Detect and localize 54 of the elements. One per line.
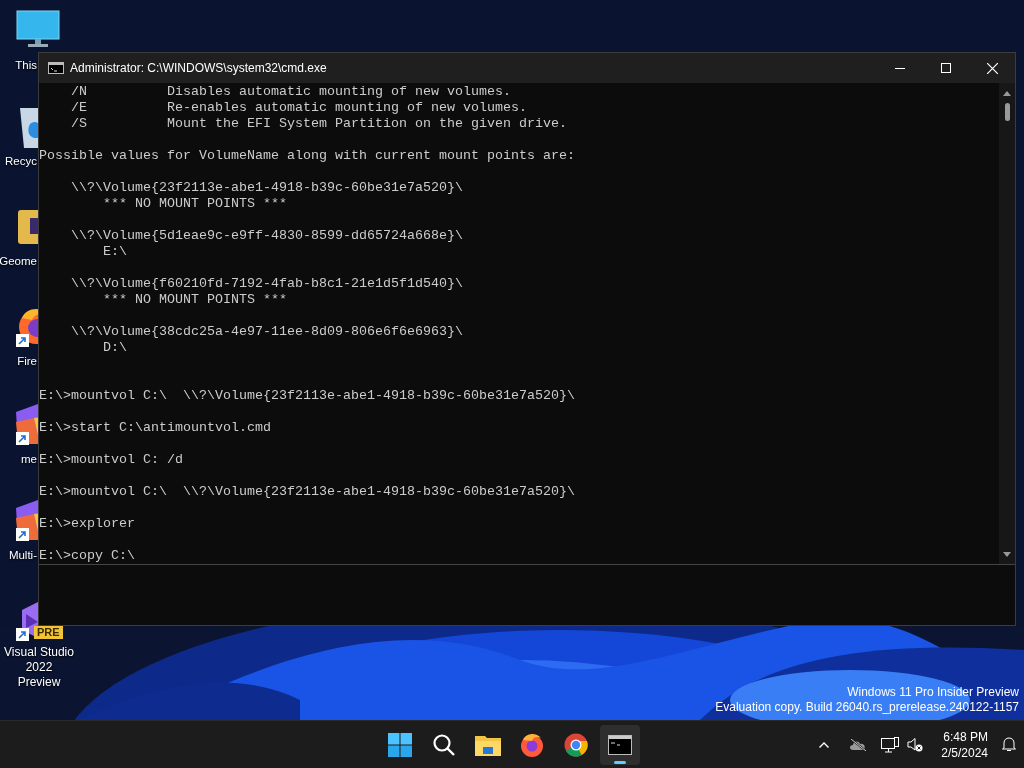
console-line: Possible values for VolumeName along with current mount points are: (39, 148, 575, 164)
command-line: E:\>mountvol C:\ \\?\Volume{23f2113e-abe1-4918-b39c-60be31e7a520}\ (39, 484, 575, 500)
minimize-icon (895, 67, 905, 69)
console-line: \\?\Volume{38cdc25a-4e97-11ee-8d09-806e6f6e6963}\ (70, 324, 463, 340)
terminal-icon (48, 62, 64, 74)
command-line: E:\>mountvol C:\ \\?\Volume{23f2113e-abe1-4918-b39c-60be31e7a520}\ (39, 388, 575, 404)
network-icon[interactable] (881, 736, 900, 753)
close-icon (986, 62, 998, 74)
notification-bell-icon[interactable] (1002, 737, 1016, 752)
scroll-thumb[interactable] (1005, 103, 1010, 121)
cloud-off-icon[interactable] (849, 738, 868, 751)
clock[interactable]: 6:48 PM 2/5/2024 (941, 728, 988, 761)
console-line: *** NO MOUNT POINTS *** (102, 292, 287, 308)
terminal-icon (608, 734, 632, 755)
console-line: /N Disables automatic mounting of new volumes. (70, 84, 511, 100)
console-line: /E Re-enables automatic mounting of new volumes. (70, 100, 527, 116)
desktop-icon-label[interactable]: me (21, 452, 37, 467)
evaluation-notice: Evaluation copy. Build 26040.rs_prerelease.240122-1157 (715, 700, 1019, 715)
desktop-icon-label[interactable]: This (15, 58, 37, 73)
scroll-down-icon (1003, 552, 1011, 558)
command-line: E:\>copy C:\ (39, 548, 135, 564)
console-line: *** NO MOUNT POINTS *** (102, 196, 287, 212)
running-indicator (614, 760, 626, 764)
maximize-icon (941, 63, 951, 73)
scroll-up-icon (1003, 90, 1011, 96)
chevron-up-icon[interactable] (819, 741, 830, 748)
command-line: E:\>mountvol C: /d (39, 452, 183, 468)
search-icon (432, 732, 456, 757)
preview-badge: PRE (34, 626, 63, 639)
console-line: \\?\Volume{f60210fd-7192-4fab-b8c1-21e1d5f1d540}\ (70, 276, 463, 292)
command-line: E:\>explorer (39, 516, 135, 532)
console-line: D:\ (102, 340, 127, 356)
monitor-icon (16, 10, 60, 48)
folder-icon (475, 733, 501, 756)
scrollbar[interactable] (999, 83, 1015, 564)
evaluation-notice: Windows 11 Pro Insider Preview (847, 685, 1019, 700)
clock-time: 6:48 PM (943, 728, 988, 745)
desktop-icon-label[interactable]: Fire (17, 354, 37, 369)
clock-date: 2/5/2024 (941, 744, 988, 761)
console-line: \\?\Volume{5d1eae9c-e9ff-4830-8599-dd65724a668e}\ (70, 228, 463, 244)
desktop-icon-label[interactable]: Geome (0, 254, 37, 269)
windows-logo-icon (388, 732, 412, 757)
taskbar-app-button[interactable] (600, 724, 640, 765)
firefox-icon (520, 732, 544, 757)
console-line: \\?\Volume{23f2113e-abe1-4918-b39c-60be31e7a520}\ (70, 180, 463, 196)
desktop-icon-label[interactable]: Multi- (8, 548, 37, 563)
console-line: /S Mount the EFI System Partition on the given drive. (70, 116, 567, 132)
window-title: Administrator: C:\WINDOWS\system32\cmd.exe (70, 60, 327, 77)
desktop-icon-label[interactable]: Recyc (5, 154, 37, 169)
volume-muted-icon[interactable] (907, 736, 924, 753)
desktop-icon-label[interactable]: Visual Studio 2022 Preview (4, 645, 74, 690)
chrome-icon (564, 732, 588, 757)
console-line: E:\ (102, 244, 127, 260)
command-line: E:\>start C:\antimountvol.cmd (39, 420, 271, 436)
